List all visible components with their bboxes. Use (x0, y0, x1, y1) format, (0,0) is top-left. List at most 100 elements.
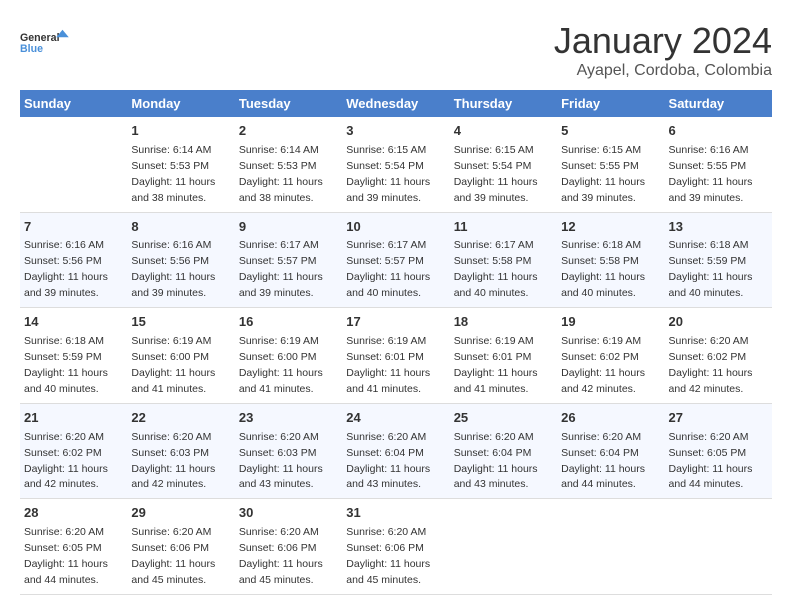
day-number: 19 (561, 313, 660, 332)
sunrise-text: Sunrise: 6:20 AMSunset: 6:03 PMDaylight:… (131, 431, 215, 491)
day-cell: 1 Sunrise: 6:14 AMSunset: 5:53 PMDayligh… (127, 117, 234, 212)
sunrise-text: Sunrise: 6:20 AMSunset: 6:03 PMDaylight:… (239, 431, 323, 491)
day-number: 25 (454, 409, 553, 428)
sunrise-text: Sunrise: 6:16 AMSunset: 5:56 PMDaylight:… (24, 239, 108, 299)
sunrise-text: Sunrise: 6:20 AMSunset: 6:02 PMDaylight:… (669, 335, 753, 395)
sunrise-text: Sunrise: 6:20 AMSunset: 6:05 PMDaylight:… (24, 526, 108, 586)
logo-svg: General Blue (20, 20, 70, 65)
header-friday: Friday (557, 90, 664, 117)
sunrise-text: Sunrise: 6:20 AMSunset: 6:04 PMDaylight:… (561, 431, 645, 491)
day-cell (450, 499, 557, 595)
day-cell: 13 Sunrise: 6:18 AMSunset: 5:59 PMDaylig… (665, 212, 772, 308)
day-number: 28 (24, 504, 123, 523)
sunrise-text: Sunrise: 6:20 AMSunset: 6:02 PMDaylight:… (24, 431, 108, 491)
day-cell: 15 Sunrise: 6:19 AMSunset: 6:00 PMDaylig… (127, 308, 234, 404)
calendar-header: SundayMondayTuesdayWednesdayThursdayFrid… (20, 90, 772, 117)
sunrise-text: Sunrise: 6:18 AMSunset: 5:59 PMDaylight:… (24, 335, 108, 395)
sunrise-text: Sunrise: 6:17 AMSunset: 5:57 PMDaylight:… (239, 239, 323, 299)
week-row-0: 1 Sunrise: 6:14 AMSunset: 5:53 PMDayligh… (20, 117, 772, 212)
header-tuesday: Tuesday (235, 90, 342, 117)
day-cell: 26 Sunrise: 6:20 AMSunset: 6:04 PMDaylig… (557, 403, 664, 499)
week-row-2: 14 Sunrise: 6:18 AMSunset: 5:59 PMDaylig… (20, 308, 772, 404)
sunrise-text: Sunrise: 6:14 AMSunset: 5:53 PMDaylight:… (239, 144, 323, 204)
logo: General Blue (20, 20, 70, 65)
sunrise-text: Sunrise: 6:17 AMSunset: 5:57 PMDaylight:… (346, 239, 430, 299)
week-row-1: 7 Sunrise: 6:16 AMSunset: 5:56 PMDayligh… (20, 212, 772, 308)
day-number: 21 (24, 409, 123, 428)
header-sunday: Sunday (20, 90, 127, 117)
day-cell (665, 499, 772, 595)
day-number: 7 (24, 218, 123, 237)
svg-text:General: General (20, 32, 60, 44)
day-cell: 24 Sunrise: 6:20 AMSunset: 6:04 PMDaylig… (342, 403, 449, 499)
day-number: 3 (346, 122, 445, 141)
day-cell: 3 Sunrise: 6:15 AMSunset: 5:54 PMDayligh… (342, 117, 449, 212)
day-cell: 2 Sunrise: 6:14 AMSunset: 5:53 PMDayligh… (235, 117, 342, 212)
sunrise-text: Sunrise: 6:19 AMSunset: 6:01 PMDaylight:… (346, 335, 430, 395)
day-cell: 17 Sunrise: 6:19 AMSunset: 6:01 PMDaylig… (342, 308, 449, 404)
sunrise-text: Sunrise: 6:20 AMSunset: 6:06 PMDaylight:… (346, 526, 430, 586)
sunrise-text: Sunrise: 6:18 AMSunset: 5:59 PMDaylight:… (669, 239, 753, 299)
svg-text:Blue: Blue (20, 43, 43, 55)
day-number: 31 (346, 504, 445, 523)
day-number: 9 (239, 218, 338, 237)
day-cell: 7 Sunrise: 6:16 AMSunset: 5:56 PMDayligh… (20, 212, 127, 308)
day-number: 14 (24, 313, 123, 332)
page-header: General Blue January 2024 Ayapel, Cordob… (20, 20, 772, 80)
sunrise-text: Sunrise: 6:20 AMSunset: 6:05 PMDaylight:… (669, 431, 753, 491)
sunrise-text: Sunrise: 6:19 AMSunset: 6:00 PMDaylight:… (239, 335, 323, 395)
day-cell: 27 Sunrise: 6:20 AMSunset: 6:05 PMDaylig… (665, 403, 772, 499)
day-number: 6 (669, 122, 768, 141)
day-cell: 28 Sunrise: 6:20 AMSunset: 6:05 PMDaylig… (20, 499, 127, 595)
day-cell: 31 Sunrise: 6:20 AMSunset: 6:06 PMDaylig… (342, 499, 449, 595)
day-cell: 9 Sunrise: 6:17 AMSunset: 5:57 PMDayligh… (235, 212, 342, 308)
day-cell: 12 Sunrise: 6:18 AMSunset: 5:58 PMDaylig… (557, 212, 664, 308)
day-cell (20, 117, 127, 212)
day-number: 5 (561, 122, 660, 141)
sunrise-text: Sunrise: 6:20 AMSunset: 6:06 PMDaylight:… (131, 526, 215, 586)
sunrise-text: Sunrise: 6:17 AMSunset: 5:58 PMDaylight:… (454, 239, 538, 299)
day-number: 27 (669, 409, 768, 428)
day-number: 20 (669, 313, 768, 332)
day-cell: 23 Sunrise: 6:20 AMSunset: 6:03 PMDaylig… (235, 403, 342, 499)
header-thursday: Thursday (450, 90, 557, 117)
day-cell: 8 Sunrise: 6:16 AMSunset: 5:56 PMDayligh… (127, 212, 234, 308)
day-cell (557, 499, 664, 595)
header-wednesday: Wednesday (342, 90, 449, 117)
sunrise-text: Sunrise: 6:19 AMSunset: 6:00 PMDaylight:… (131, 335, 215, 395)
day-number: 18 (454, 313, 553, 332)
title-block: January 2024 Ayapel, Cordoba, Colombia (554, 20, 772, 80)
sunrise-text: Sunrise: 6:19 AMSunset: 6:02 PMDaylight:… (561, 335, 645, 395)
day-number: 11 (454, 218, 553, 237)
day-cell: 25 Sunrise: 6:20 AMSunset: 6:04 PMDaylig… (450, 403, 557, 499)
day-number: 12 (561, 218, 660, 237)
sunrise-text: Sunrise: 6:15 AMSunset: 5:54 PMDaylight:… (346, 144, 430, 204)
sunrise-text: Sunrise: 6:16 AMSunset: 5:56 PMDaylight:… (131, 239, 215, 299)
day-cell: 11 Sunrise: 6:17 AMSunset: 5:58 PMDaylig… (450, 212, 557, 308)
week-row-3: 21 Sunrise: 6:20 AMSunset: 6:02 PMDaylig… (20, 403, 772, 499)
sunrise-text: Sunrise: 6:16 AMSunset: 5:55 PMDaylight:… (669, 144, 753, 204)
day-number: 22 (131, 409, 230, 428)
day-number: 10 (346, 218, 445, 237)
header-monday: Monday (127, 90, 234, 117)
main-title: January 2024 (554, 20, 772, 62)
day-cell: 30 Sunrise: 6:20 AMSunset: 6:06 PMDaylig… (235, 499, 342, 595)
sunrise-text: Sunrise: 6:20 AMSunset: 6:04 PMDaylight:… (454, 431, 538, 491)
day-number: 17 (346, 313, 445, 332)
sub-title: Ayapel, Cordoba, Colombia (554, 62, 772, 80)
sunrise-text: Sunrise: 6:18 AMSunset: 5:58 PMDaylight:… (561, 239, 645, 299)
day-cell: 16 Sunrise: 6:19 AMSunset: 6:00 PMDaylig… (235, 308, 342, 404)
day-number: 23 (239, 409, 338, 428)
sunrise-text: Sunrise: 6:20 AMSunset: 6:06 PMDaylight:… (239, 526, 323, 586)
day-cell: 22 Sunrise: 6:20 AMSunset: 6:03 PMDaylig… (127, 403, 234, 499)
day-number: 15 (131, 313, 230, 332)
day-cell: 19 Sunrise: 6:19 AMSunset: 6:02 PMDaylig… (557, 308, 664, 404)
sunrise-text: Sunrise: 6:20 AMSunset: 6:04 PMDaylight:… (346, 431, 430, 491)
day-number: 8 (131, 218, 230, 237)
day-number: 4 (454, 122, 553, 141)
day-number: 26 (561, 409, 660, 428)
day-number: 2 (239, 122, 338, 141)
day-cell: 20 Sunrise: 6:20 AMSunset: 6:02 PMDaylig… (665, 308, 772, 404)
day-number: 16 (239, 313, 338, 332)
sunrise-text: Sunrise: 6:19 AMSunset: 6:01 PMDaylight:… (454, 335, 538, 395)
